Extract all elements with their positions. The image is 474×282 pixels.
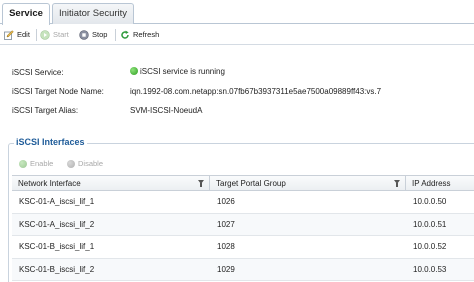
toolbar-divider bbox=[36, 29, 37, 41]
filter-icon[interactable] bbox=[198, 180, 204, 187]
column-header-target-portal-group[interactable]: Target Portal Group bbox=[210, 176, 406, 191]
cell-target-portal-group: 1027 bbox=[217, 219, 235, 229]
table-body: KSC-01-A_iscsi_lif_1 1026 10.0.0.50 KSC-… bbox=[12, 191, 474, 281]
alias-label: iSCSI Target Alias: bbox=[12, 106, 79, 115]
toolbar: Edit Start Stop Refresh bbox=[0, 25, 474, 45]
toolbar-divider bbox=[115, 29, 116, 41]
table-row[interactable]: KSC-01-B_iscsi_lif_2 1029 10.0.0.53 bbox=[12, 258, 474, 281]
tab-initiator-security[interactable]: Initiator Security bbox=[52, 3, 134, 24]
table-row[interactable]: KSC-01-A_iscsi_lif_2 1027 10.0.0.51 bbox=[12, 213, 474, 236]
node-name-value: iqn.1992-08.com.netapp:sn.07fb67b3937311… bbox=[130, 87, 382, 96]
start-label: Start bbox=[53, 30, 69, 39]
service-status-text: iSCSI service is running bbox=[140, 67, 225, 76]
service-status: iSCSI service is running bbox=[130, 67, 225, 76]
disable-label: Disable bbox=[78, 159, 104, 168]
column-header-network-interface[interactable]: Network Interface bbox=[12, 176, 210, 191]
cell-network-interface: KSC-01-B_iscsi_lif_2 bbox=[19, 264, 95, 274]
disable-button[interactable]: Disable bbox=[67, 159, 103, 168]
disable-icon bbox=[67, 159, 75, 168]
column-header-label: Target Portal Group bbox=[216, 179, 286, 188]
cell-ip-address: 10.0.0.53 bbox=[413, 264, 447, 274]
interfaces-toolbar: Enable Disable bbox=[9, 157, 474, 173]
cell-ip-address: 10.0.0.52 bbox=[413, 242, 447, 251]
start-button[interactable]: Start bbox=[40, 28, 69, 42]
edit-label: Edit bbox=[17, 30, 30, 39]
iscsi-interfaces-title: iSCSI Interfaces bbox=[14, 137, 87, 147]
table-header: Network Interface Target Portal Group IP… bbox=[12, 175, 474, 191]
service-label: iSCSI Service: bbox=[12, 68, 64, 77]
stop-label: Stop bbox=[92, 30, 108, 39]
column-header-label: IP Address bbox=[412, 179, 451, 188]
status-running-icon bbox=[130, 67, 138, 75]
enable-label: Enable bbox=[30, 159, 54, 168]
column-header-label: Network Interface bbox=[18, 179, 81, 188]
cell-target-portal-group: 1028 bbox=[217, 242, 235, 251]
stop-button[interactable]: Stop bbox=[79, 28, 107, 42]
enable-icon bbox=[19, 159, 27, 168]
stop-icon bbox=[79, 30, 89, 40]
node-name-label: iSCSI Target Node Name: bbox=[12, 87, 104, 96]
cell-network-interface: KSC-01-A_iscsi_lif_1 bbox=[19, 197, 95, 206]
column-header-ip-address[interactable]: IP Address bbox=[406, 176, 474, 191]
cell-network-interface: KSC-01-B_iscsi_lif_1 bbox=[19, 242, 95, 251]
cell-ip-address: 10.0.0.50 bbox=[413, 197, 447, 206]
refresh-label: Refresh bbox=[133, 30, 160, 39]
enable-button[interactable]: Enable bbox=[19, 159, 53, 168]
alias-value: SVM-ISCSI-NoeudA bbox=[130, 106, 203, 115]
edit-icon bbox=[4, 30, 14, 40]
table-row[interactable]: KSC-01-B_iscsi_lif_1 1028 10.0.0.52 bbox=[12, 236, 474, 259]
tab-service[interactable]: Service bbox=[2, 3, 50, 25]
start-icon bbox=[40, 30, 50, 40]
tab-bar: Service Initiator Security bbox=[0, 0, 474, 25]
edit-button[interactable]: Edit bbox=[4, 28, 30, 42]
cell-target-portal-group: 1026 bbox=[217, 197, 235, 206]
refresh-button[interactable]: Refresh bbox=[120, 28, 159, 42]
cell-network-interface: KSC-01-A_iscsi_lif_2 bbox=[19, 219, 95, 229]
refresh-icon bbox=[120, 30, 130, 40]
cell-target-portal-group: 1029 bbox=[217, 264, 235, 274]
interfaces-table: Network Interface Target Portal Group IP… bbox=[12, 175, 474, 281]
filter-icon[interactable] bbox=[394, 180, 400, 187]
table-row[interactable]: KSC-01-A_iscsi_lif_1 1026 10.0.0.50 bbox=[12, 191, 474, 214]
cell-ip-address: 10.0.0.51 bbox=[413, 219, 447, 229]
